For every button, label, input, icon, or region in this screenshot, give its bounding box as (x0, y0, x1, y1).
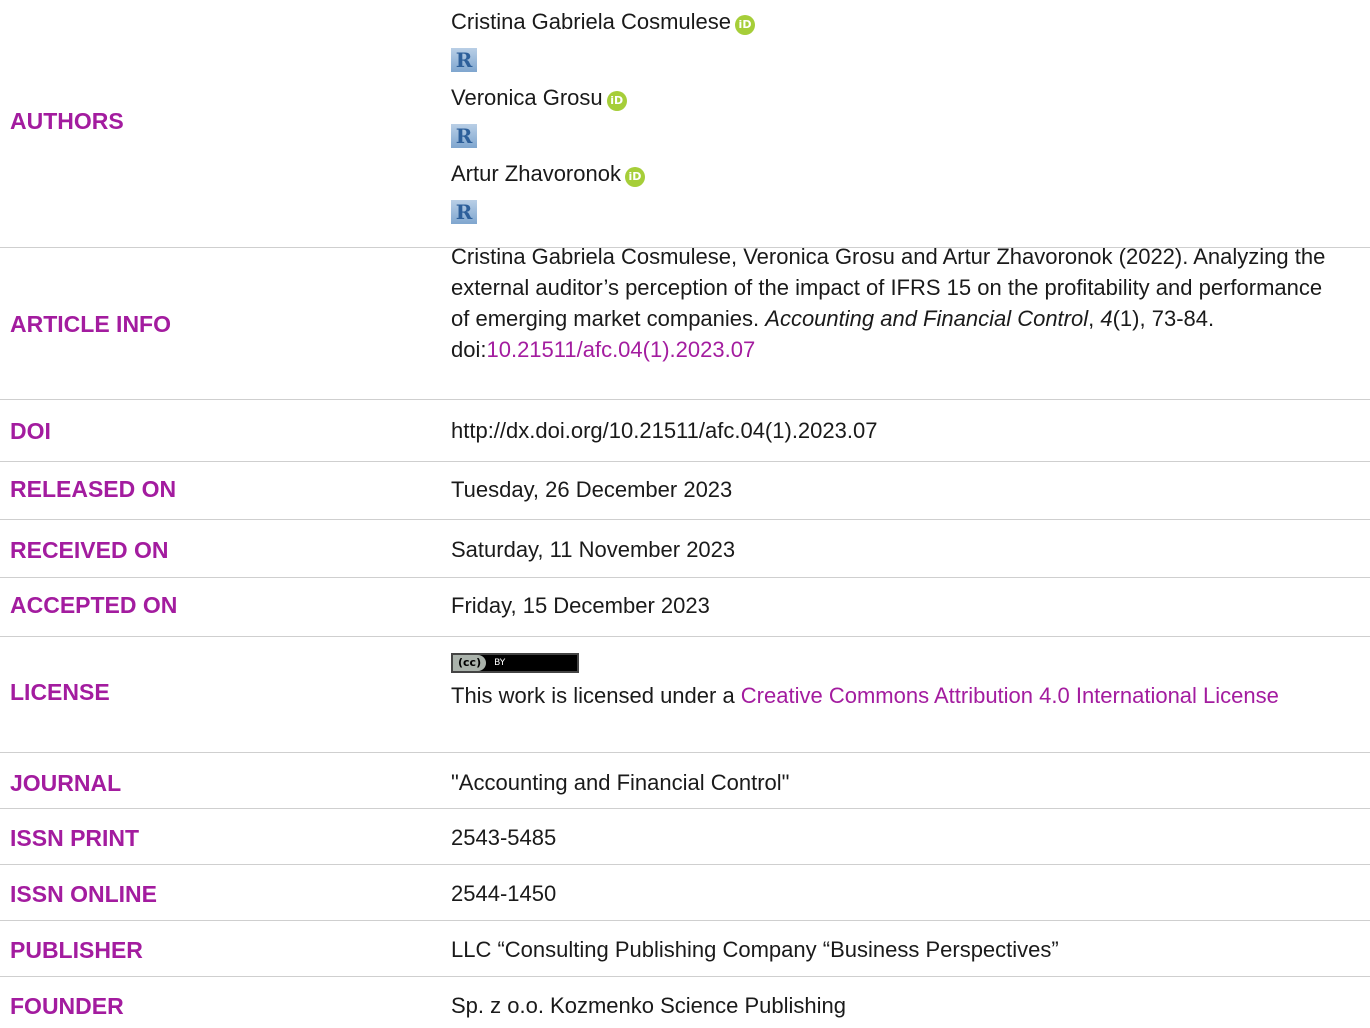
founder-label: FOUNDER (10, 993, 124, 1019)
accepted-on-label: ACCEPTED ON (10, 592, 178, 618)
citation-sep: , (1088, 306, 1101, 331)
released-on-value: Tuesday, 26 December 2023 (451, 477, 733, 502)
row-publisher: PUBLISHER LLC “Consulting Publishing Com… (0, 921, 1370, 977)
author-item: Cristina Gabriela Cosmulese iD (451, 3, 1330, 41)
released-on-label: RELEASED ON (10, 476, 177, 502)
cc-by-badge[interactable]: (cc) BY (451, 653, 579, 673)
orcid-icon[interactable]: iD (624, 167, 645, 187)
doi-label: DOI (10, 418, 51, 444)
row-founder: FOUNDER Sp. z o.o. Kozmenko Science Publ… (0, 977, 1370, 1028)
researchgate-icon[interactable]: R (451, 48, 477, 72)
researchgate-icon[interactable]: R (451, 200, 477, 224)
license-content: (cc) BY This work is licensed under a Cr… (451, 643, 1330, 711)
accepted-on-value: Friday, 15 December 2023 (451, 593, 710, 618)
publisher-value: LLC “Consulting Publishing Company “Busi… (451, 937, 1059, 962)
issn-print-value: 2543-5485 (451, 825, 557, 850)
license-link[interactable]: Creative Commons Attribution 4.0 Interna… (741, 683, 1279, 708)
citation-journal: Accounting and Financial Control (765, 306, 1089, 331)
issn-online-label: ISSN ONLINE (10, 881, 157, 907)
publisher-label: PUBLISHER (10, 937, 143, 963)
orcid-icon[interactable]: iD (606, 91, 627, 111)
issn-online-value: 2544-1450 (451, 881, 557, 906)
researchgate-line: R (451, 41, 1330, 79)
author-name-link[interactable]: Artur Zhavoronok (451, 161, 621, 186)
citation-volume: 4 (1100, 306, 1113, 331)
issn-print-label: ISSN PRINT (10, 825, 140, 851)
row-authors: AUTHORS Cristina Gabriela Cosmulese iD R … (0, 0, 1370, 248)
article-info-label: ARTICLE INFO (10, 311, 171, 337)
authors-list: Cristina Gabriela Cosmulese iD R Veronica… (451, 3, 1330, 231)
received-on-value: Saturday, 11 November 2023 (451, 537, 736, 562)
by-icon: BY (494, 657, 506, 668)
article-info-citation: Cristina Gabriela Cosmulese, Veronica Gr… (451, 241, 1330, 365)
cc-icon: (cc) (453, 655, 487, 671)
authors-label: AUTHORS (10, 108, 124, 134)
row-article-info: ARTICLE INFO Cristina Gabriela Cosmulese… (0, 244, 1370, 400)
row-accepted-on: ACCEPTED ON Friday, 15 December 2023 (0, 578, 1370, 637)
journal-value: "Accounting and Financial Control" (451, 770, 790, 795)
founder-value: Sp. z o.o. Kozmenko Science Publishing (451, 993, 847, 1018)
row-issn-online: ISSN ONLINE 2544-1450 (0, 865, 1370, 921)
researchgate-line: R (451, 193, 1330, 231)
row-released-on: RELEASED ON Tuesday, 26 December 2023 (0, 462, 1370, 520)
row-issn-print: ISSN PRINT 2543-5485 (0, 809, 1370, 865)
row-received-on: RECEIVED ON Saturday, 11 November 2023 (0, 520, 1370, 578)
article-metadata-table: AUTHORS Cristina Gabriela Cosmulese iD R … (0, 0, 1370, 1028)
row-journal: JOURNAL "Accounting and Financial Contro… (0, 753, 1370, 809)
row-doi: DOI http://dx.doi.org/10.21511/afc.04(1)… (0, 400, 1370, 462)
orcid-icon[interactable]: iD (735, 15, 755, 35)
author-name-link[interactable]: Veronica Grosu (451, 85, 603, 110)
citation-doi-link[interactable]: 10.21511/afc.04(1).2023.07 (486, 337, 755, 362)
license-label: LICENSE (10, 679, 110, 705)
author-item: Artur Zhavoronok iD (451, 155, 1330, 193)
researchgate-line: R (451, 117, 1330, 155)
researchgate-icon[interactable]: R (451, 124, 477, 148)
author-item: Veronica Grosu iD (451, 79, 1330, 117)
doi-value[interactable]: http://dx.doi.org/10.21511/afc.04(1).202… (451, 415, 1330, 446)
row-license: LICENSE (cc) BY This work is licensed un… (0, 637, 1370, 753)
received-on-label: RECEIVED ON (10, 537, 169, 563)
journal-label: JOURNAL (10, 770, 122, 796)
license-prefix: This work is licensed under a (451, 683, 741, 708)
license-text: This work is licensed under a Creative C… (451, 680, 1330, 711)
author-name-link[interactable]: Cristina Gabriela Cosmulese (451, 9, 731, 34)
